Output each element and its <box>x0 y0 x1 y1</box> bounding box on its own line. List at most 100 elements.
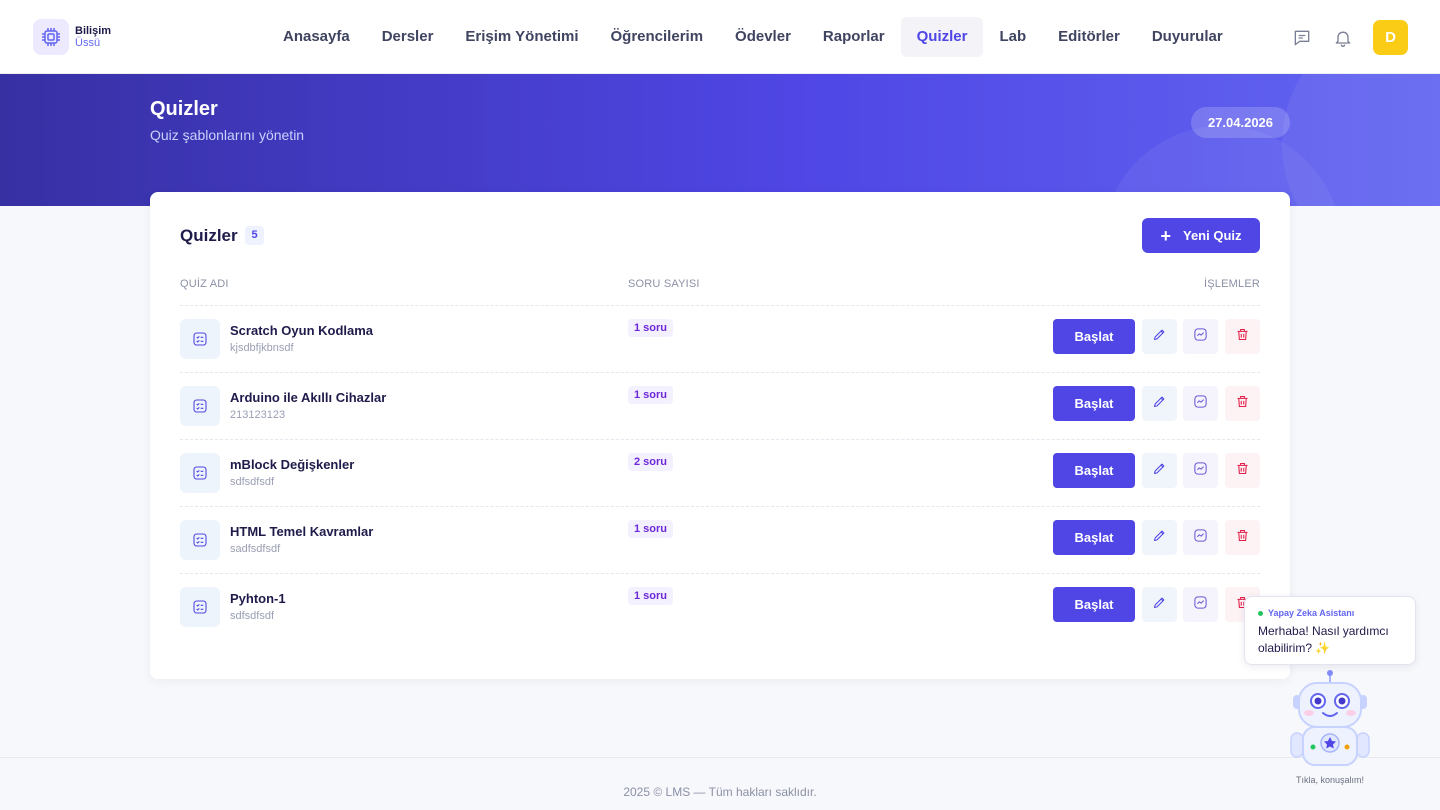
start-quiz-button[interactable]: Başlat <box>1053 319 1135 354</box>
column-header-name: QUİZ ADI <box>180 278 229 290</box>
edit-button[interactable] <box>1142 587 1177 622</box>
page-footer: 2025 © LMS — Tüm hakları saklıdır. <box>0 757 1440 810</box>
chip-icon <box>33 19 69 55</box>
message-icon[interactable] <box>1291 27 1313 49</box>
chart-icon <box>1193 394 1208 414</box>
chart-icon <box>1193 528 1208 548</box>
delete-button[interactable] <box>1225 386 1260 421</box>
pencil-icon <box>1152 595 1167 615</box>
assistant-bubble[interactable]: Yapay Zeka Asistanı Merhaba! Nasıl yardı… <box>1244 596 1416 665</box>
pencil-icon <box>1152 394 1167 414</box>
column-header-questions: SORU SAYISI <box>628 278 700 290</box>
hero-decoration <box>1282 74 1440 206</box>
delete-button[interactable] <box>1225 319 1260 354</box>
pencil-icon <box>1152 528 1167 548</box>
edit-button[interactable] <box>1142 453 1177 488</box>
question-count-badge: 2 soru <box>628 453 674 471</box>
brand-subname: Üssü <box>75 37 101 49</box>
table-header: QUİZ ADI SORU SAYISI İŞLEMLER <box>180 278 1260 306</box>
question-count-badge: 1 soru <box>628 319 674 337</box>
delete-button[interactable] <box>1225 453 1260 488</box>
plus-icon: + <box>1160 225 1171 246</box>
stats-button[interactable] <box>1183 520 1218 555</box>
nav-item-odevler[interactable]: Ödevler <box>719 17 807 57</box>
new-quiz-button[interactable]: + Yeni Quiz <box>1142 218 1260 253</box>
nav-item-raporlar[interactable]: Raporlar <box>807 17 901 57</box>
stats-button[interactable] <box>1183 319 1218 354</box>
checklist-icon <box>180 386 220 426</box>
nav-item-editorler[interactable]: Editörler <box>1042 17 1136 57</box>
edit-button[interactable] <box>1142 520 1177 555</box>
edit-button[interactable] <box>1142 319 1177 354</box>
nav-item-erisim-yonetimi[interactable]: Erişim Yönetimi <box>449 17 594 57</box>
edit-button[interactable] <box>1142 386 1177 421</box>
stats-button[interactable] <box>1183 453 1218 488</box>
stats-button[interactable] <box>1183 587 1218 622</box>
chart-icon <box>1193 327 1208 347</box>
quiz-description: 213123123 <box>230 409 286 421</box>
question-count-badge: 1 soru <box>628 520 674 538</box>
trash-icon <box>1235 461 1250 481</box>
trash-icon <box>1235 528 1250 548</box>
nav-item-ogrencilerim[interactable]: Öğrencilerim <box>595 17 720 57</box>
start-quiz-button[interactable]: Başlat <box>1053 520 1135 555</box>
trash-icon <box>1235 327 1250 347</box>
page-title: Quizler <box>150 98 218 120</box>
quiz-name: Scratch Oyun Kodlama <box>230 323 374 338</box>
chart-icon <box>1193 461 1208 481</box>
quiz-name: Pyhton-1 <box>230 591 286 606</box>
quiz-name: HTML Temel Kavramlar <box>230 524 374 539</box>
quiz-name: mBlock Değişkenler <box>230 457 355 472</box>
nav-item-duyurular[interactable]: Duyurular <box>1136 17 1239 57</box>
table-row: HTML Temel Kavramlar sadfsdfsdf 1 soru B… <box>180 507 1260 574</box>
date-badge: 27.04.2026 <box>1191 107 1290 138</box>
assistant-title: Yapay Zeka Asistanı <box>1268 608 1355 618</box>
assistant-message: Merhaba! Nasıl yardımcı olabilirim? ✨ <box>1258 624 1389 655</box>
question-count-badge: 1 soru <box>628 386 674 404</box>
card-title: Quizler <box>180 226 238 245</box>
column-header-actions: İŞLEMLER <box>1203 278 1260 290</box>
start-quiz-button[interactable]: Başlat <box>1053 587 1135 622</box>
brand-logo[interactable]: Bilişim Üssü <box>33 19 111 55</box>
checklist-icon <box>180 520 220 560</box>
table-row: Scratch Oyun Kodlama kjsdbfjkbnsdf 1 sor… <box>180 306 1260 373</box>
pencil-icon <box>1152 327 1167 347</box>
quiz-table-body: Scratch Oyun Kodlama kjsdbfjkbnsdf 1 sor… <box>180 306 1260 641</box>
quiz-description: sdfsdfsdf <box>230 476 275 488</box>
quiz-count-badge: 5 <box>245 226 264 245</box>
top-navbar: Bilişim Üssü Anasayfa Dersler Erişim Yön… <box>0 0 1440 74</box>
checklist-icon <box>180 587 220 627</box>
new-quiz-label: Yeni Quiz <box>1183 228 1242 243</box>
main-nav: Anasayfa Dersler Erişim Yönetimi Öğrenci… <box>267 17 1239 57</box>
online-status-dot <box>1258 610 1263 616</box>
delete-button[interactable] <box>1225 520 1260 555</box>
nav-item-anasayfa[interactable]: Anasayfa <box>267 17 366 57</box>
table-row: mBlock Değişkenler sdfsdfsdf 2 soru Başl… <box>180 440 1260 507</box>
quiz-description: kjsdbfjkbnsdf <box>230 342 294 354</box>
page-subtitle: Quiz şablonlarını yönetin <box>150 127 305 143</box>
footer-copyright: 2025 © LMS — Tüm hakları saklıdır. <box>623 785 817 799</box>
assistant-robot-icon[interactable] <box>1287 669 1373 771</box>
nav-item-quizler[interactable]: Quizler <box>900 17 984 57</box>
start-quiz-button[interactable]: Başlat <box>1053 453 1135 488</box>
user-avatar[interactable]: D <box>1373 20 1408 55</box>
nav-item-lab[interactable]: Lab <box>983 17 1042 57</box>
checklist-icon <box>180 453 220 493</box>
chart-icon <box>1193 595 1208 615</box>
pencil-icon <box>1152 461 1167 481</box>
trash-icon <box>1235 394 1250 414</box>
page-hero: Quizler Quiz şablonlarını yönetin 27.04.… <box>0 74 1440 206</box>
question-count-badge: 1 soru <box>628 587 674 605</box>
table-row: Arduino ile Akıllı Cihazlar 213123123 1 … <box>180 373 1260 440</box>
quiz-list-card: Quizler 5 + Yeni Quiz QUİZ ADI SORU SAYI… <box>150 192 1290 679</box>
quiz-name: Arduino ile Akıllı Cihazlar <box>230 390 387 405</box>
quiz-description: sadfsdfsdf <box>230 543 281 555</box>
nav-item-dersler[interactable]: Dersler <box>366 17 450 57</box>
table-row: Pyhton-1 sdfsdfsdf 1 soru Başlat <box>180 574 1260 641</box>
stats-button[interactable] <box>1183 386 1218 421</box>
quiz-description: sdfsdfsdf <box>230 610 275 622</box>
bell-icon[interactable] <box>1332 27 1354 49</box>
brand-name: Bilişim <box>75 25 112 37</box>
start-quiz-button[interactable]: Başlat <box>1053 386 1135 421</box>
assistant-caption: Tıkla, konuşalım! <box>1295 775 1365 785</box>
